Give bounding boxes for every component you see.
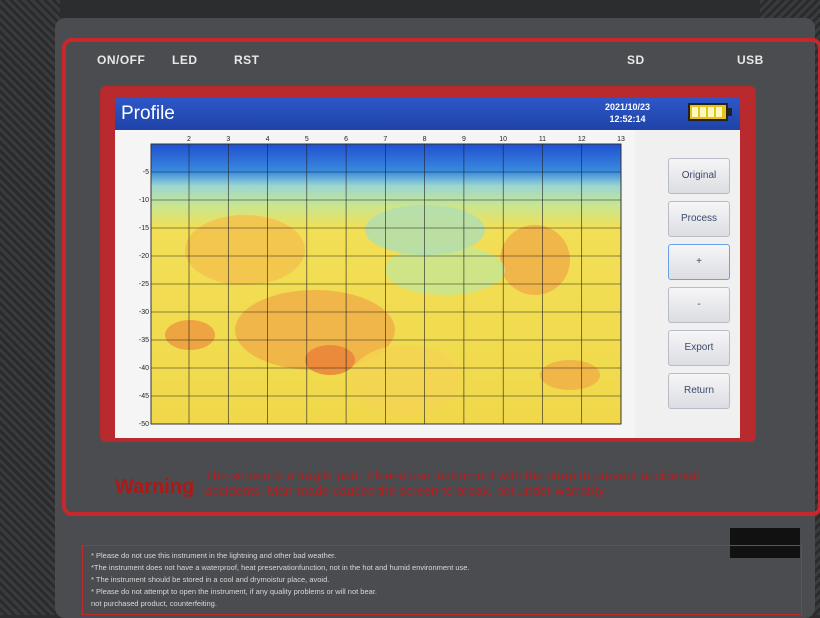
rst-label: RST <box>234 53 260 67</box>
y-tick-label: -50 <box>139 421 149 428</box>
time-text: 12:52:14 <box>609 114 646 124</box>
y-tick-label: -45 <box>139 393 149 400</box>
note-line: not purchased product, counterfeiting. <box>91 599 217 608</box>
x-tick-label: 11 <box>539 136 546 143</box>
y-tick-label: -10 <box>139 197 149 204</box>
y-tick-label: -25 <box>139 281 149 288</box>
datetime-display: 2021/10/23 12:52:14 <box>605 101 650 125</box>
usb-label: USB <box>737 53 764 67</box>
warning-title: Warning <box>115 476 195 498</box>
device-screen: Profile 2021/10/23 12:52:14 2 3 4 5 6 7 … <box>115 98 740 438</box>
x-tick-label: 8 <box>423 136 427 143</box>
y-tick-label: -20 <box>139 253 149 260</box>
note-line: *The instrument does not have a waterpro… <box>91 563 470 572</box>
warning-text: The screen is a fragile part. Please use… <box>205 468 700 498</box>
heatmap-contour <box>305 345 355 375</box>
y-tick-label: -15 <box>139 225 149 232</box>
export-button[interactable]: Export <box>668 330 730 366</box>
x-tick-label: 12 <box>578 136 586 143</box>
heatmap-contour <box>500 225 570 295</box>
profile-plot[interactable]: 2 3 4 5 6 7 8 9 10 11 12 13 -5 -10 -15 -20 -25 -30 -35 -40… <box>115 130 662 438</box>
x-tick-label: 10 <box>499 136 507 143</box>
note-line: * Please do not attempt to open the inst… <box>91 587 377 596</box>
process-button[interactable]: Process <box>668 201 730 237</box>
return-button[interactable]: Return <box>668 373 730 409</box>
x-tick-label: 9 <box>462 136 466 143</box>
x-tick-label: 7 <box>383 136 387 143</box>
heatmap-contour <box>350 345 460 415</box>
battery-icon <box>688 103 728 121</box>
heatmap-contour <box>540 360 600 390</box>
heatmap-contour <box>365 205 485 255</box>
y-tick-label: -40 <box>139 365 149 372</box>
sd-label: SD <box>627 53 645 67</box>
note-line: * Please do not use this instrument in t… <box>91 551 337 560</box>
on-off-label: ON/OFF <box>97 53 146 67</box>
carrying-case-left <box>0 0 60 615</box>
title-bar: Profile 2021/10/23 12:52:14 <box>115 98 740 130</box>
y-tick-label: -35 <box>139 337 149 344</box>
date-text: 2021/10/23 <box>604 102 650 112</box>
x-tick-label: 6 <box>344 136 348 143</box>
led-label: LED <box>172 53 198 67</box>
profile-heatmap[interactable]: 2 3 4 5 6 7 8 9 10 11 12 13 -5 -10 -15 -20 -25 -30 -35 -40… <box>115 130 662 438</box>
heatmap-contour <box>165 320 215 350</box>
heatmap-contour <box>185 215 305 285</box>
note-line: * The instrument should be stored in a c… <box>91 575 330 584</box>
y-tick-label: -5 <box>143 169 149 176</box>
original-button[interactable]: Original <box>668 158 730 194</box>
battery-tip <box>728 108 732 116</box>
x-tick-label: 5 <box>305 136 309 143</box>
notes-panel: * Please do not use this instrument in t… <box>82 545 802 615</box>
y-tick-label: -30 <box>139 309 149 316</box>
x-tick-label: 13 <box>617 136 625 143</box>
zoom-in-button[interactable]: + <box>668 244 730 280</box>
zoom-out-button[interactable]: - <box>668 287 730 323</box>
x-tick-label: 4 <box>266 136 270 143</box>
x-tick-label: 3 <box>226 136 230 143</box>
warning-panel: Warning The screen is a fragile part. Pl… <box>105 460 755 512</box>
page-title: Profile <box>121 103 175 124</box>
x-tick-label: 2 <box>187 136 191 143</box>
